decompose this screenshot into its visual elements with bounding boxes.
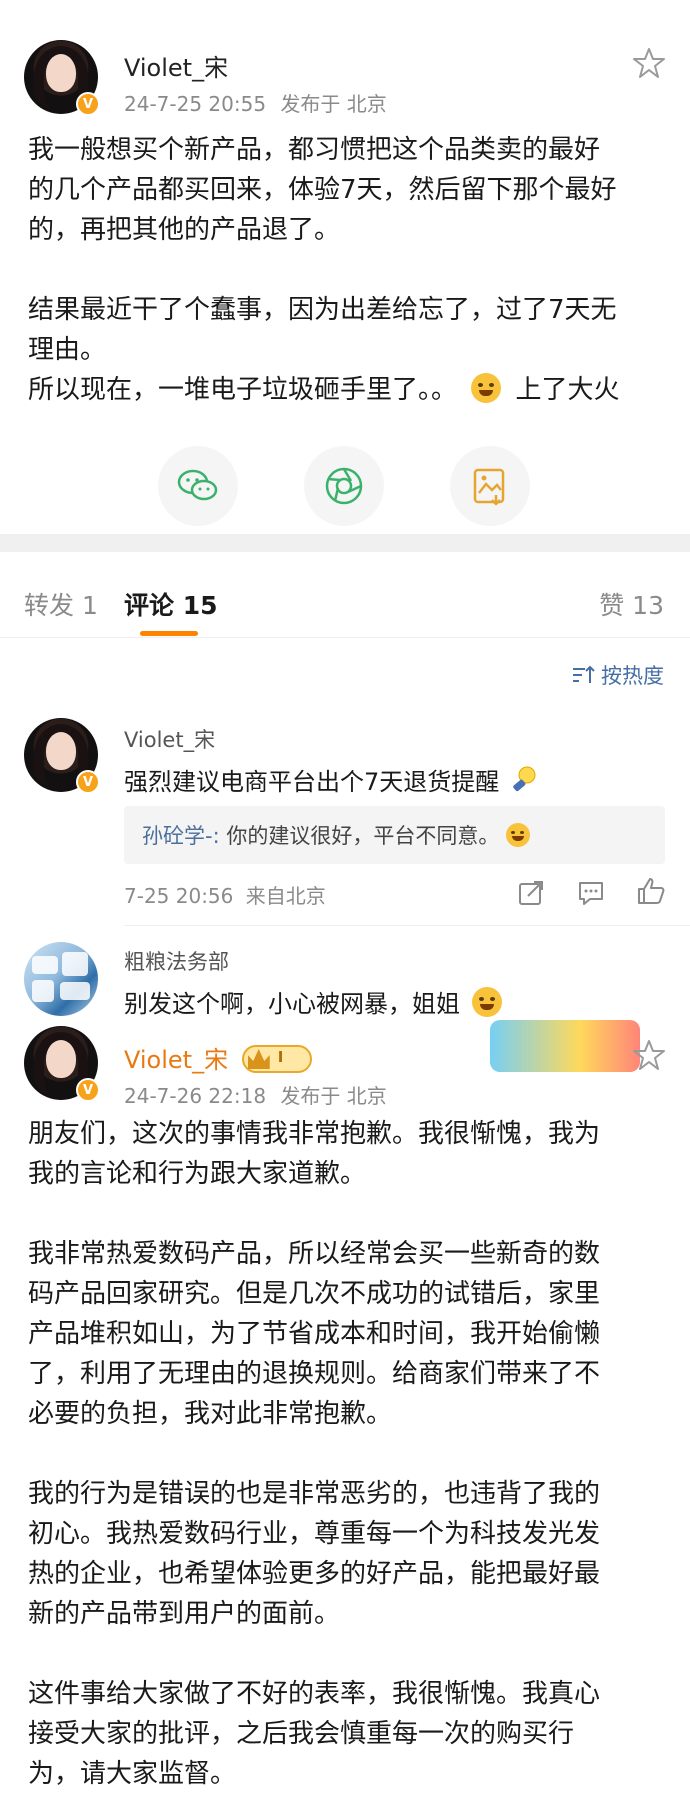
comment-author-name[interactable]: 粗粮法务部 xyxy=(124,946,229,976)
smirk-emoji-icon xyxy=(471,987,502,1017)
comment-meta: 7-25 20:56 来自北京 xyxy=(124,880,326,909)
verified-badge-icon: V xyxy=(76,92,100,116)
comment-text-content: 别发这个啊，小心被网暴，姐姐 xyxy=(124,990,460,1018)
avatar[interactable]: V xyxy=(24,40,100,116)
comment-text-content: 强烈建议电商平台出个7天退货提醒 xyxy=(124,768,500,796)
tab-repost[interactable]: 转发 1 xyxy=(24,586,98,622)
save-image-icon xyxy=(473,468,505,506)
moments-icon xyxy=(325,467,363,505)
post-author-text: Violet_宋 xyxy=(124,1046,229,1074)
post-line: 的几个产品都买回来，体验7天，然后留下那个最好 xyxy=(28,175,617,205)
share-icon[interactable] xyxy=(516,878,546,908)
post-author-name[interactable]: Violet_宋 xyxy=(124,48,228,83)
vip-level: I xyxy=(277,1048,284,1066)
post-source: 发布于 北京 xyxy=(280,92,387,116)
post-line: 朋友们，这次的事情我非常抱歉。我很惭愧，我为 xyxy=(28,1119,601,1149)
post-author-name[interactable]: Violet_宋 I xyxy=(124,1040,312,1075)
avatar[interactable]: V xyxy=(24,718,100,794)
verified-badge-icon: V xyxy=(76,770,100,794)
sort-icon xyxy=(573,665,595,683)
post-line: 热的企业，也希望体验更多的好产品，能把最好最 xyxy=(28,1559,601,1589)
favorite-star-icon[interactable] xyxy=(632,46,666,80)
comment-divider xyxy=(124,925,690,926)
section-divider xyxy=(0,534,690,552)
post-line-text: 所以现在，一堆电子垃圾砸手里了。。 xyxy=(28,375,458,405)
share-wechat-button[interactable] xyxy=(158,446,238,526)
active-tab-indicator xyxy=(140,631,198,636)
post-line: 所以现在，一堆电子垃圾砸手里了。。 上了大火 xyxy=(28,370,620,410)
tab-likes[interactable]: 赞 13 xyxy=(599,586,664,622)
comment-icon[interactable] xyxy=(576,878,606,908)
comment-time: 7-25 20:56 xyxy=(124,884,234,908)
laughing-emoji-icon xyxy=(471,373,502,403)
post-line: 我一般想买个新产品，都习惯把这个品类卖的最好 xyxy=(28,135,601,165)
post-line: 结果最近干了个蠢事，因为出差给忘了，过了7天无 xyxy=(28,295,617,325)
post-line: 了，利用了无理由的退换规则。给商家们带来了不 xyxy=(28,1359,601,1389)
sort-label: 按热度 xyxy=(601,664,664,688)
post-line: 为，请大家监督。 xyxy=(28,1759,237,1789)
laughing-emoji-icon xyxy=(506,823,531,847)
post-line: 码产品回家研究。但是几次不成功的试错后，家里 xyxy=(28,1279,601,1309)
post-line: 理由。 xyxy=(28,335,107,365)
comment-author-name[interactable]: Violet_宋 xyxy=(124,724,215,754)
post-line: 接受大家的批评，之后我会慎重每一次的购买行 xyxy=(28,1719,575,1749)
share-moments-button[interactable] xyxy=(304,446,384,526)
sort-by-hot-button[interactable]: 按热度 xyxy=(571,660,664,690)
post-meta: 24-7-25 20:55 发布于 北京 xyxy=(124,88,387,117)
apology-body: 朋友们，这次的事情我非常抱歉。我很惭愧，我为 我的言论和行为跟大家道歉。 我非常… xyxy=(28,1114,600,1794)
post-line: 必要的负担，我对此非常抱歉。 xyxy=(28,1399,393,1429)
post-body: 我一般想买个新产品，都习惯把这个品类卖的最好 的几个产品都买回来，体验7天，然后… xyxy=(28,130,620,410)
reply-text: 你的建议很好，平台不同意。 xyxy=(226,824,500,848)
post-time: 24-7-25 20:55 xyxy=(124,92,267,116)
avatar[interactable] xyxy=(24,942,98,1016)
post-line: 新的产品带到用户的面前。 xyxy=(28,1599,341,1629)
comment-text: 别发这个啊，小心被网暴，姐姐 xyxy=(124,984,502,1019)
post-time: 24-7-26 22:18 xyxy=(124,1084,267,1108)
vip-crown-icon: I xyxy=(241,1045,312,1073)
sub-reply[interactable]: 孙砼学-: 你的建议很好，平台不同意。 xyxy=(124,806,665,864)
post-line: 初心。我热爱数码行业，尊重每一个为科技发光发 xyxy=(28,1519,601,1549)
verified-badge-icon: V xyxy=(76,1078,100,1102)
wechat-icon xyxy=(177,469,218,501)
like-icon[interactable] xyxy=(636,876,666,906)
post-line: 的，再把其他的产品退了。 xyxy=(28,215,341,245)
post-line-suffix: 上了大火 xyxy=(515,375,620,405)
post-line: 我的行为是错误的也是非常恶劣的，也违背了我的 xyxy=(28,1479,601,1509)
tab-comments[interactable]: 评论 15 xyxy=(124,586,218,622)
comment-text: 强烈建议电商平台出个7天退货提醒 xyxy=(124,762,539,797)
post-line: 产品堆积如山，为了节省成本和时间，我开始偷懒 xyxy=(28,1319,601,1349)
lightbulb-icon xyxy=(513,766,536,792)
post-source: 发布于 北京 xyxy=(280,1084,387,1108)
avatar[interactable]: V xyxy=(24,1026,100,1102)
post-meta: 24-7-26 22:18 发布于 北京 xyxy=(124,1080,387,1109)
decorative-sticker xyxy=(490,1020,640,1072)
reply-author-name[interactable]: 孙砼学-: xyxy=(142,824,220,848)
save-image-button[interactable] xyxy=(450,446,530,526)
post-line: 我非常热爱数码产品，所以经常会买一些新奇的数 xyxy=(28,1239,601,1269)
comment-location: 来自北京 xyxy=(245,884,326,908)
post-line: 这件事给大家做了不好的表率，我很惭愧。我真心 xyxy=(28,1679,601,1709)
post-line: 我的言论和行为跟大家道歉。 xyxy=(28,1159,367,1189)
tab-bar: 转发 1 评论 15 赞 13 xyxy=(0,552,690,638)
favorite-star-icon[interactable] xyxy=(632,1038,666,1072)
